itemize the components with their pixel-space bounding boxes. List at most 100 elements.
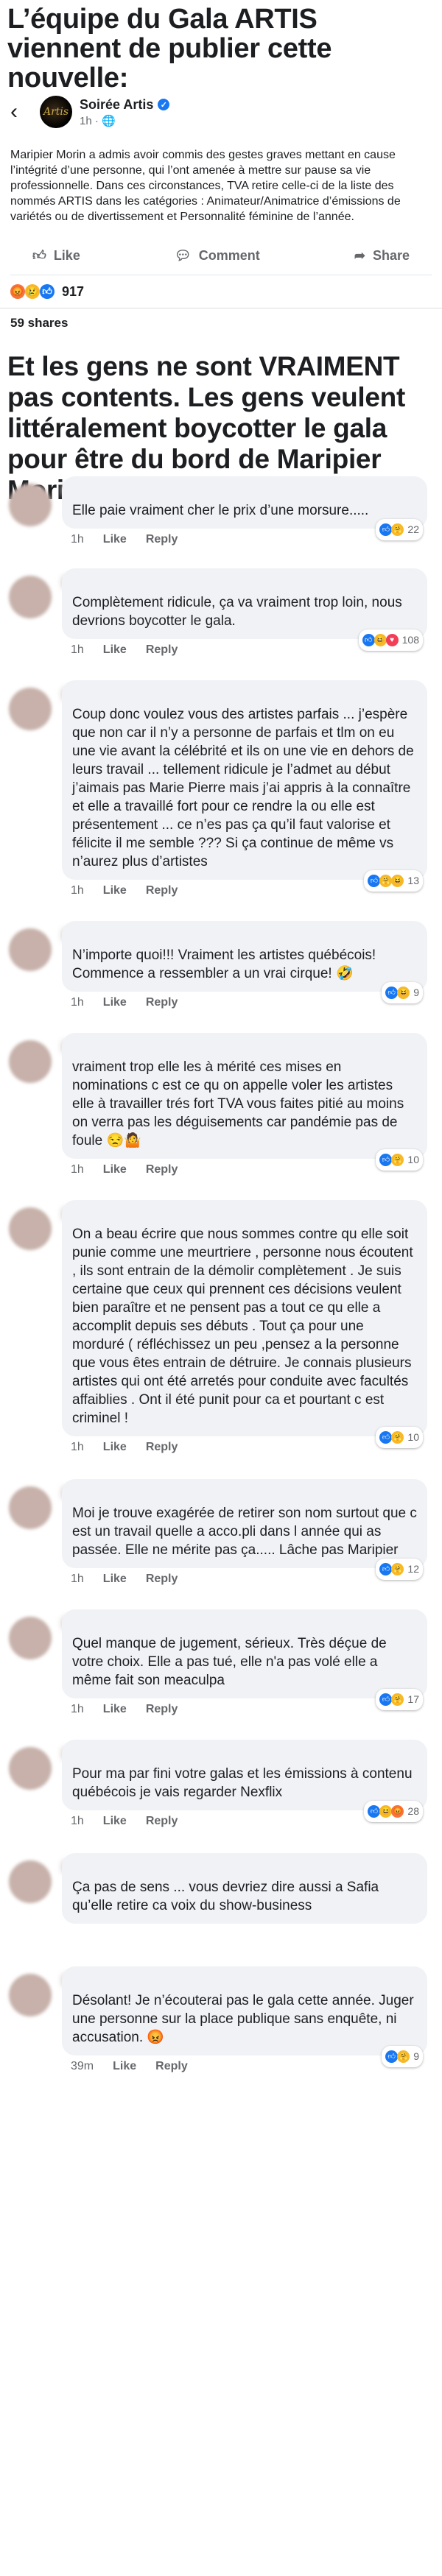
reaction-count: 28: [407, 1805, 419, 1817]
comment-reply-link[interactable]: Reply: [146, 1815, 178, 1834]
comment-reactions[interactable]: 👍︎ 😆 9: [382, 982, 423, 1003]
comment-main: Pour ma par fini votre galas et les émis…: [62, 1740, 442, 1834]
comment-main: Désolant! Je n’écouterai pas le gala cet…: [62, 1966, 442, 2079]
comment-meta: 39m Like Reply: [62, 2055, 427, 2079]
angry-reaction-icon: 😡: [391, 1805, 404, 1818]
reaction-count: 9: [413, 2050, 419, 2062]
like-reaction-icon: 👍︎: [379, 1563, 393, 1575]
comment-text: Pour ma par fini votre galas et les émis…: [72, 1766, 413, 1800]
avatar[interactable]: [9, 1974, 52, 2016]
comment-bubble: On a beau écrire que nous sommes contre …: [62, 1200, 427, 1448]
comment-reply-link[interactable]: Reply: [146, 1573, 178, 1592]
comment-reply-link[interactable]: Reply: [146, 1163, 178, 1182]
comment-text: On a beau écrire que nous sommes contre …: [72, 1227, 413, 1426]
comment-like-link[interactable]: Like: [113, 2060, 136, 2079]
sad-reaction-icon: 😢: [25, 284, 40, 299]
comment-like-link[interactable]: Like: [103, 1573, 127, 1592]
comment-reactions[interactable]: 👍︎ 😆 😡 28: [364, 1801, 423, 1822]
comment-reactions[interactable]: 👍︎ 🤗 9: [382, 2046, 423, 2067]
avatar[interactable]: [9, 928, 52, 971]
comment-like-link[interactable]: Like: [103, 1163, 127, 1182]
haha-reaction-icon: 😆: [373, 634, 387, 646]
comment-main: Coup donc voulez vous des artistes parfa…: [62, 680, 442, 903]
comment-like-link[interactable]: Like: [103, 1815, 127, 1834]
reaction-count: 12: [407, 1563, 419, 1575]
avatar[interactable]: [9, 1747, 52, 1790]
comment-time: 1h: [71, 533, 84, 546]
comment-main: Complètement ridicule, ça va vraiment tr…: [62, 568, 442, 663]
like-button[interactable]: 👍︎ Like: [32, 247, 80, 264]
comment-reactions[interactable]: 👍︎ 🤗 😆 13: [364, 870, 423, 892]
comment-main: On a beau écrire que nous sommes contre …: [62, 1200, 442, 1460]
comment-like-link[interactable]: Like: [103, 1703, 127, 1722]
avatar[interactable]: [9, 1617, 52, 1659]
avatar[interactable]: [9, 1860, 52, 1903]
shares-count[interactable]: 59 shares: [0, 308, 442, 341]
comment-bubble: Désolant! Je n’écouterai pas le gala cet…: [62, 1966, 427, 2067]
avatar[interactable]: [9, 1207, 52, 1250]
comment-text: N’importe quoi!!! Vraiment les artistes …: [72, 948, 376, 981]
comment-like-link[interactable]: Like: [103, 996, 127, 1015]
comment-reactions[interactable]: 👍︎ 😆 ♥ 108: [358, 629, 423, 651]
comment-bubble: Moi je trouve exagérée de retirer son no…: [62, 1479, 427, 1580]
comment-like-link[interactable]: Like: [103, 1441, 127, 1460]
comment-reactions[interactable]: 👍︎ 🤗 17: [376, 1689, 423, 1710]
share-button[interactable]: ➦ Share: [354, 248, 410, 264]
avatar[interactable]: [9, 1486, 52, 1529]
avatar[interactable]: [9, 688, 52, 730]
comment-time: 1h: [71, 1573, 84, 1585]
comment: Complètement ridicule, ça va vraiment tr…: [0, 568, 442, 663]
comment-text: Elle paie vraiment cher le prix d’une mo…: [72, 503, 369, 518]
like-reaction-icon: 👍︎: [379, 523, 393, 536]
comment-reactions[interactable]: 👍︎ 🤗 22: [376, 519, 423, 540]
page-meta: Soirée Artis ✓ 1h · 🌐: [80, 97, 170, 127]
comment-button[interactable]: 💬︎ Comment: [175, 248, 260, 264]
post-action-bar: 👍︎ Like 💬︎ Comment ➦ Share: [10, 236, 432, 275]
avatar[interactable]: [9, 1040, 52, 1083]
comment-time: 1h: [71, 996, 84, 1009]
comment-reply-link[interactable]: Reply: [146, 1703, 178, 1722]
comment-like-link[interactable]: Like: [103, 533, 127, 552]
like-reaction-icon: 👍︎: [379, 1693, 393, 1706]
comment-reply-link[interactable]: Reply: [146, 643, 178, 663]
headline-middle: Et les gens ne sont VRAIMENT pas content…: [7, 351, 405, 505]
comment-reply-link[interactable]: Reply: [146, 996, 178, 1015]
back-arrow-icon[interactable]: ‹: [10, 99, 40, 124]
comment-meta: 1h Like Reply: [62, 992, 427, 1015]
comment-main: vraiment trop elle les à mérité ces mise…: [62, 1033, 442, 1182]
avatar[interactable]: [9, 484, 52, 526]
like-reaction-icon: 👍︎: [362, 634, 375, 646]
care-reaction-icon: 🤗: [391, 1431, 404, 1444]
comment-reactions[interactable]: 👍︎ 🤗 10: [376, 1149, 423, 1171]
comment: Ça pas de sens ... vous devriez dire aus…: [0, 1853, 442, 1947]
haha-reaction-icon: 😆: [397, 987, 410, 999]
comment-reply-link[interactable]: Reply: [146, 884, 178, 903]
page-name[interactable]: Soirée Artis: [80, 97, 153, 113]
share-icon: ➦: [354, 247, 365, 263]
comment-icon: 💬︎: [174, 247, 192, 263]
reaction-count: 22: [407, 523, 419, 535]
comment-text: Quel manque de jugement, sérieux. Très d…: [72, 1636, 387, 1688]
reactions-count: 917: [62, 283, 85, 299]
care-reaction-icon: 🤗: [391, 1693, 404, 1706]
comment: Coup donc voulez vous des artistes parfa…: [0, 680, 442, 903]
reaction-count: 10: [407, 1431, 419, 1443]
comment-bubble: Quel manque de jugement, sérieux. Très d…: [62, 1609, 427, 1710]
comment-like-link[interactable]: Like: [103, 643, 127, 663]
comment-reply-link[interactable]: Reply: [155, 2060, 188, 2079]
verified-icon: ✓: [158, 99, 170, 110]
comment-bubble: Complètement ridicule, ça va vraiment tr…: [62, 568, 427, 651]
reaction-count: 17: [407, 1693, 419, 1705]
comment-main: Elle paie vraiment cher le prix d’une mo…: [62, 476, 442, 552]
comment-reactions[interactable]: 👍︎ 🤗 12: [376, 1559, 423, 1580]
comment-time: 1h: [71, 884, 84, 897]
comment-like-link[interactable]: Like: [103, 884, 127, 903]
comment-reactions[interactable]: 👍︎ 🤗 10: [376, 1427, 423, 1448]
comment-reply-link[interactable]: Reply: [146, 533, 178, 552]
avatar[interactable]: [9, 576, 52, 618]
comment: Moi je trouve exagérée de retirer son no…: [0, 1479, 442, 1592]
post-reactions[interactable]: 😡 😢 👍︎ 917: [10, 275, 432, 308]
comment-reply-link[interactable]: Reply: [146, 1441, 178, 1460]
like-reaction-icon: 👍︎: [368, 875, 381, 887]
page-logo[interactable]: Artis: [40, 96, 72, 128]
